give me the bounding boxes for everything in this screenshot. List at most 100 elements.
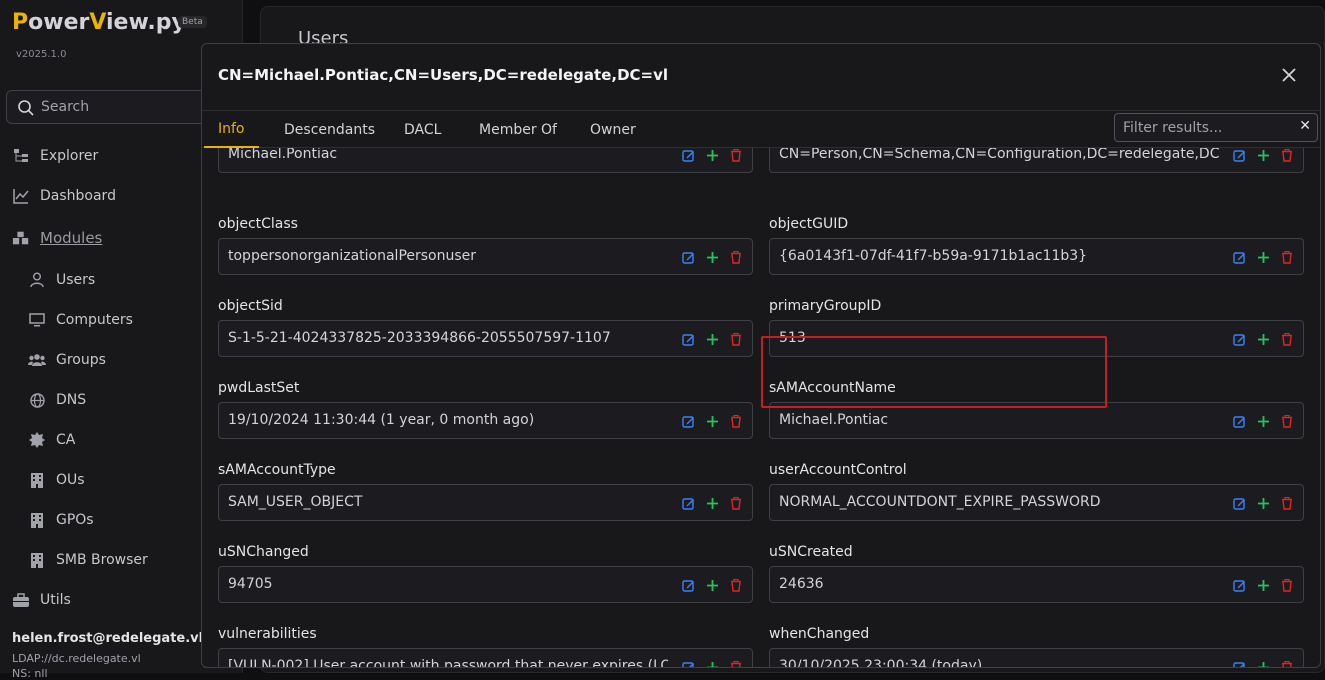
globe-icon [28, 391, 46, 409]
sidebar-item-users[interactable]: Users [28, 268, 95, 292]
edit-icon[interactable] [1231, 413, 1247, 429]
field-value-box: [VULN-002] User account with password th… [218, 648, 753, 667]
sidebar-item-explorer[interactable]: Explorer [12, 144, 98, 168]
tab-owner[interactable]: Owner [590, 111, 636, 148]
edit-icon[interactable] [680, 148, 696, 163]
trash-icon[interactable] [1279, 413, 1295, 429]
trash-icon[interactable] [1279, 148, 1295, 163]
add-icon[interactable] [1255, 495, 1271, 511]
edit-icon[interactable] [680, 413, 696, 429]
field-value[interactable]: Michael.Pontiac [228, 148, 668, 162]
toolbox-icon [12, 591, 30, 609]
trash-icon[interactable] [728, 495, 744, 511]
field-value[interactable]: 94705 [228, 576, 668, 592]
field-actions [1231, 249, 1295, 265]
edit-icon[interactable] [1231, 148, 1247, 163]
add-icon[interactable] [1255, 659, 1271, 667]
sidebar-item-smb-browser[interactable]: SMB Browser [28, 548, 148, 572]
trash-icon[interactable] [728, 148, 744, 163]
edit-icon[interactable] [680, 659, 696, 667]
field-value[interactable]: 513 [779, 330, 1219, 346]
close-icon [1282, 68, 1296, 82]
field-actions [680, 413, 744, 429]
edit-icon[interactable] [1231, 577, 1247, 593]
edit-icon[interactable] [680, 495, 696, 511]
edit-icon[interactable] [1231, 495, 1247, 511]
tab-info[interactable]: Info [204, 111, 259, 148]
trash-icon[interactable] [728, 659, 744, 667]
logo-letter-v: V [89, 10, 106, 35]
trash-icon[interactable] [1279, 249, 1295, 265]
field-value[interactable]: Michael.Pontiac [779, 412, 1219, 428]
sidebar-item-utils[interactable]: Utils [12, 588, 71, 612]
search-icon [17, 99, 35, 121]
field-value[interactable]: 30/10/2025 23:00:34 (today) [779, 658, 1219, 667]
field-value[interactable]: [VULN-002] User account with password th… [228, 658, 668, 667]
field-value-box: Michael.Pontiac [218, 148, 753, 173]
trash-icon[interactable] [1279, 331, 1295, 347]
tab-descendants[interactable]: Descendants [284, 111, 375, 148]
edit-icon[interactable] [1231, 659, 1247, 667]
add-icon[interactable] [704, 577, 720, 593]
add-icon[interactable] [1255, 148, 1271, 163]
trash-icon[interactable] [1279, 659, 1295, 667]
filter-input[interactable] [1115, 114, 1295, 141]
add-icon[interactable] [704, 495, 720, 511]
edit-icon[interactable] [680, 249, 696, 265]
sidebar-item-gpos[interactable]: GPOs [28, 508, 94, 532]
field-actions [680, 331, 744, 347]
add-icon[interactable] [1255, 413, 1271, 429]
trash-icon[interactable] [1279, 577, 1295, 593]
trash-icon[interactable] [728, 577, 744, 593]
field-actions [680, 148, 744, 163]
field-value[interactable]: toppersonorganizationalPersonuser [228, 248, 668, 264]
sidebar-item-groups[interactable]: Groups [28, 348, 106, 372]
field-value[interactable]: 19/10/2024 11:30:44 (1 year, 0 month ago… [228, 412, 668, 428]
field-actions [1231, 331, 1295, 347]
sidebar-item-dashboard[interactable]: Dashboard [12, 184, 116, 208]
field-value[interactable]: CN=Person,CN=Schema,CN=Configuration,DC=… [779, 148, 1219, 162]
sidebar-item-modules[interactable]: Modules [12, 226, 102, 250]
field-value[interactable]: {6a0143f1-07df-41f7-b59a-9171b1ac11b3} [779, 248, 1219, 264]
close-button[interactable] [1278, 64, 1300, 86]
trash-icon[interactable] [728, 249, 744, 265]
field-label: objectGUID [769, 216, 849, 232]
filter-results-field: ✕ [1114, 113, 1318, 142]
trash-icon[interactable] [728, 413, 744, 429]
tab-dacl[interactable]: DACL [404, 111, 441, 148]
add-icon[interactable] [704, 413, 720, 429]
add-icon[interactable] [704, 331, 720, 347]
field-value[interactable]: S-1-5-21-4024337825-2033394866-205550759… [228, 330, 668, 346]
sidebar-item-label: GPOs [56, 512, 94, 528]
add-icon[interactable] [704, 148, 720, 163]
edit-icon[interactable] [680, 331, 696, 347]
sidebar-item-label: CA [56, 432, 76, 448]
add-icon[interactable] [704, 659, 720, 667]
field-value[interactable]: SAM_USER_OBJECT [228, 494, 668, 510]
logo-text-ower: ower [28, 10, 90, 35]
sidebar-item-ca[interactable]: CA [28, 428, 75, 452]
trash-icon[interactable] [728, 331, 744, 347]
sidebar-item-computers[interactable]: Computers [28, 308, 133, 332]
clear-filter-icon[interactable]: ✕ [1299, 118, 1311, 134]
edit-icon[interactable] [680, 577, 696, 593]
field-actions [680, 495, 744, 511]
edit-icon[interactable] [1231, 331, 1247, 347]
building-icon [28, 471, 46, 489]
trash-icon[interactable] [1279, 495, 1295, 511]
edit-icon[interactable] [1231, 249, 1247, 265]
field-value[interactable]: 24636 [779, 576, 1219, 592]
sidebar-item-ous[interactable]: OUs [28, 468, 85, 492]
field-value[interactable]: NORMAL_ACCOUNTDONT_EXPIRE_PASSWORD [779, 494, 1219, 510]
sidebar-item-label: Explorer [40, 148, 99, 164]
tab-member-of[interactable]: Member Of [479, 111, 557, 148]
sidebar-item-dns[interactable]: DNS [28, 388, 86, 412]
field-label: uSNCreated [769, 544, 853, 560]
add-icon[interactable] [1255, 577, 1271, 593]
field-value-box: CN=Person,CN=Schema,CN=Configuration,DC=… [769, 148, 1304, 173]
add-icon[interactable] [1255, 249, 1271, 265]
building-icon [28, 511, 46, 529]
add-icon[interactable] [1255, 331, 1271, 347]
add-icon[interactable] [704, 249, 720, 265]
current-user-name: helen.frost@redelegate.vl [12, 631, 204, 646]
